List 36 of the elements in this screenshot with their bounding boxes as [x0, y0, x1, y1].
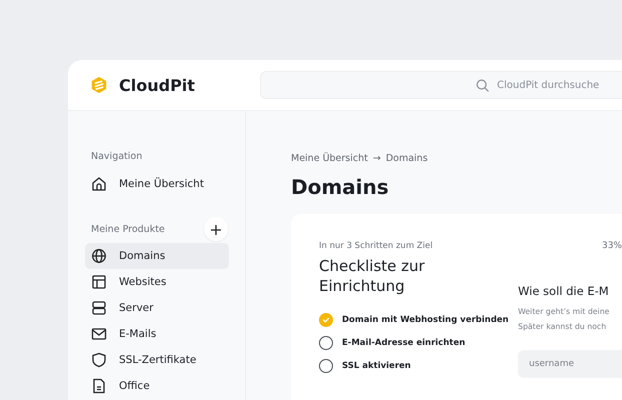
search-field[interactable]: CloudPit durchsuche [260, 71, 622, 99]
checklist-item-label: Domain mit Webhosting verbinden [342, 314, 509, 324]
checklist-item-label: SSL aktivieren [342, 360, 411, 370]
sidebar-item[interactable]: Office [85, 373, 229, 399]
checklist-subtitle: In nur 3 Schritten zum Ziel [319, 241, 434, 251]
check-icon [322, 316, 330, 324]
mail-icon [91, 326, 107, 342]
layout-icon [91, 274, 107, 290]
sidebar-item[interactable]: Domains [85, 243, 229, 269]
document-icon [91, 378, 107, 394]
checkbox[interactable] [319, 336, 333, 350]
sidebar-item[interactable]: Websites [85, 269, 229, 295]
globe-icon [91, 248, 107, 264]
checklist-title: Checkliste zur Einrichtung [319, 257, 426, 296]
sidebar-heading: Meine Produkte [90, 224, 165, 234]
sidebar-item[interactable]: SSL-Zertifikate [85, 347, 229, 373]
brand-name: CloudPit [119, 76, 195, 94]
breadcrumb-link[interactable]: Meine Übersicht [291, 153, 368, 164]
sidebar-item[interactable]: Meine Übersicht [85, 171, 229, 197]
sidebar-item[interactable]: E-Mails [85, 321, 229, 347]
page-title: Domains [291, 175, 390, 199]
checklist-item-label: E-Mail-Adresse einrichten [342, 338, 466, 348]
home-icon [91, 176, 107, 192]
breadcrumb-separator: → [372, 153, 381, 164]
sidebar-heading: Navigation [90, 151, 144, 162]
checkbox[interactable] [319, 312, 333, 326]
sidebar-item[interactable]: Server [85, 295, 229, 321]
progress-percent: 33% [602, 241, 622, 251]
server-icon [91, 300, 107, 316]
checkbox[interactable] [319, 358, 333, 372]
add-button[interactable]: + [204, 217, 228, 241]
username-field[interactable]: username [518, 350, 622, 378]
shield-icon [91, 352, 107, 368]
logo-icon [90, 75, 108, 95]
breadcrumb-link[interactable]: Domains [386, 153, 428, 164]
email-setup-title: Wie soll die E-M [518, 284, 610, 298]
